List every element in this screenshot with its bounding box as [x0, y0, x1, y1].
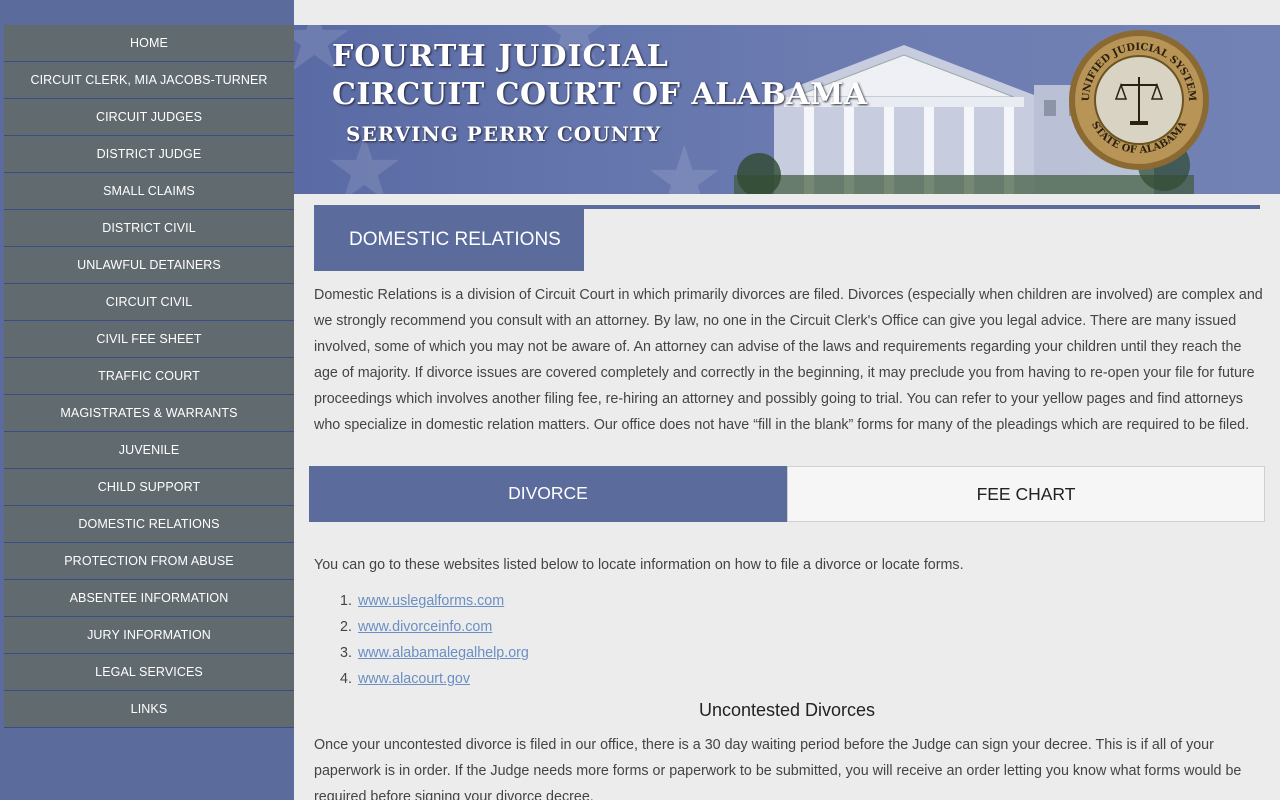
nav-item-legal-services[interactable]: LEGAL SERVICES [4, 654, 294, 691]
uncontested-divorces-heading: Uncontested Divorces [698, 700, 876, 720]
list-number: 2. [340, 619, 352, 635]
link-alacourt[interactable]: www.alacourt.gov [358, 671, 470, 687]
list-item: 2. www.divorceinfo.com [340, 614, 529, 640]
banner-title-line1: FOURTH JUDICIAL [332, 39, 669, 74]
nav-item-district-civil[interactable]: DISTRICT CIVIL [4, 210, 294, 247]
list-number: 1. [340, 593, 352, 609]
link-alabamalegalhelp[interactable]: www.alabamalegalhelp.org [358, 645, 529, 661]
content-tabs: DIVORCE FEE CHART [309, 466, 1265, 522]
websites-intro-text: You can go to these websites listed belo… [314, 557, 964, 573]
link-uslegalforms[interactable]: www.uslegalforms.com [358, 593, 504, 609]
nav-item-circuit-judges[interactable]: CIRCUIT JUDGES [4, 99, 294, 136]
list-item: 1. www.uslegalforms.com [340, 588, 529, 614]
tab-divorce[interactable]: DIVORCE [309, 466, 787, 522]
list-item: 3. www.alabamalegalhelp.org [340, 640, 529, 666]
nav-item-jury-information[interactable]: JURY INFORMATION [4, 617, 294, 654]
nav-item-traffic-court[interactable]: TRAFFIC COURT [4, 358, 294, 395]
nav-item-absentee-information[interactable]: ABSENTEE INFORMATION [4, 580, 294, 617]
nav-item-circuit-civil[interactable]: CIRCUIT CIVIL [4, 284, 294, 321]
nav-item-home[interactable]: HOME [4, 25, 294, 62]
intro-paragraph: Domestic Relations is a division of Circ… [314, 287, 1263, 433]
nav-item-small-claims[interactable]: SMALL CLAIMS [4, 173, 294, 210]
header-banner: ★ ★ ★ ★ FOURTH JUDICIAL CIRCUIT COURT OF… [294, 25, 1280, 194]
nav-item-district-judge[interactable]: DISTRICT JUDGE [4, 136, 294, 173]
main-nav: HOME CIRCUIT CLERK, MIA JACOBS-TURNER CI… [4, 25, 294, 728]
nav-item-child-support[interactable]: CHILD SUPPORT [4, 469, 294, 506]
list-number: 3. [340, 645, 352, 661]
nav-item-civil-fee-sheet[interactable]: CIVIL FEE SHEET [4, 321, 294, 358]
list-item: 4. www.alacourt.gov [340, 666, 529, 692]
sidebar: HOME CIRCUIT CLERK, MIA JACOBS-TURNER CI… [0, 0, 294, 800]
tab-fee-chart[interactable]: FEE CHART [787, 466, 1265, 522]
nav-item-domestic-relations[interactable]: DOMESTIC RELATIONS [4, 506, 294, 543]
banner-subtitle: SERVING PERRY COUNTY [346, 122, 662, 146]
uncontested-divorces-text: Once your uncontested divorce is filed i… [314, 737, 1242, 800]
link-divorceinfo[interactable]: www.divorceinfo.com [358, 619, 492, 635]
page-title: DOMESTIC RELATIONS [314, 209, 584, 271]
alabama-judicial-seal-icon: UNIFIED JUDICIAL SYSTEM STATE OF ALABAMA [1069, 30, 1209, 170]
list-number: 4. [340, 671, 352, 687]
nav-item-juvenile[interactable]: JUVENILE [4, 432, 294, 469]
nav-item-unlawful-detainers[interactable]: UNLAWFUL DETAINERS [4, 247, 294, 284]
banner-title-line2: CIRCUIT COURT OF ALABAMA [332, 77, 868, 112]
nav-item-magistrates-warrants[interactable]: MAGISTRATES & WARRANTS [4, 395, 294, 432]
website-links-list: 1. www.uslegalforms.com 2. www.divorcein… [340, 588, 529, 692]
nav-item-protection-from-abuse[interactable]: PROTECTION FROM ABUSE [4, 543, 294, 580]
nav-item-circuit-clerk[interactable]: CIRCUIT CLERK, MIA JACOBS-TURNER [4, 62, 294, 99]
nav-item-links[interactable]: LINKS [4, 691, 294, 728]
section-header: DOMESTIC RELATIONS [314, 205, 1260, 271]
